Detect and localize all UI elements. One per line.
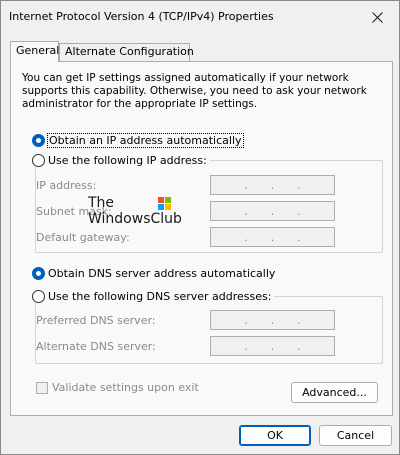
ip-auto-label: Obtain an IP address automatically bbox=[47, 133, 244, 148]
ip-address-field[interactable]: ... bbox=[210, 175, 335, 195]
ip-manual-option[interactable]: Use the following IP address: bbox=[32, 154, 210, 167]
preferred-dns-field[interactable]: ... bbox=[210, 310, 335, 330]
ip-address-label: IP address: bbox=[36, 179, 97, 192]
validate-settings-option[interactable]: Validate settings upon exit bbox=[36, 381, 199, 394]
alternate-dns-label: Alternate DNS server: bbox=[36, 340, 156, 353]
validate-settings-checkbox[interactable] bbox=[36, 381, 48, 394]
default-gateway-field[interactable]: ... bbox=[210, 227, 335, 247]
windows-logo-icon bbox=[158, 197, 171, 210]
dns-manual-radio[interactable] bbox=[32, 290, 45, 303]
dns-auto-label: Obtain DNS server address automatically bbox=[48, 267, 276, 280]
dns-auto-radio[interactable] bbox=[32, 267, 45, 280]
subnet-mask-field[interactable]: ... bbox=[210, 201, 335, 221]
close-button[interactable] bbox=[355, 1, 399, 33]
ip-manual-label: Use the following IP address: bbox=[48, 154, 207, 167]
ip-manual-radio[interactable] bbox=[32, 154, 45, 167]
close-icon bbox=[371, 11, 383, 23]
dialog-window: Internet Protocol Version 4 (TCP/IPv4) P… bbox=[0, 0, 400, 455]
title-bar: Internet Protocol Version 4 (TCP/IPv4) P… bbox=[1, 1, 399, 33]
description-text: You can get IP settings assigned automat… bbox=[22, 72, 367, 110]
window-title: Internet Protocol Version 4 (TCP/IPv4) P… bbox=[9, 10, 274, 23]
dns-manual-option[interactable]: Use the following DNS server addresses: bbox=[32, 290, 275, 303]
ip-auto-option[interactable]: Obtain an IP address automatically bbox=[32, 133, 244, 148]
ok-button[interactable]: OK bbox=[239, 425, 311, 446]
dns-manual-label: Use the following DNS server addresses: bbox=[48, 290, 272, 303]
preferred-dns-label: Preferred DNS server: bbox=[36, 314, 156, 327]
validate-settings-label: Validate settings upon exit bbox=[52, 381, 199, 394]
cancel-button[interactable]: Cancel bbox=[319, 425, 392, 446]
alternate-dns-field[interactable]: ... bbox=[210, 336, 335, 356]
general-panel: You can get IP settings assigned automat… bbox=[10, 61, 393, 416]
default-gateway-label: Default gateway: bbox=[36, 231, 130, 244]
dns-auto-option[interactable]: Obtain DNS server address automatically bbox=[32, 267, 275, 280]
ip-auto-radio[interactable] bbox=[32, 134, 45, 147]
tab-general[interactable]: General bbox=[10, 41, 59, 62]
watermark-line2: WindowsClub bbox=[88, 211, 182, 227]
advanced-button[interactable]: Advanced... bbox=[291, 382, 378, 403]
watermark-line1: The bbox=[88, 195, 115, 211]
watermark-logo: The WindowsClub bbox=[88, 195, 183, 229]
tab-alternate-configuration[interactable]: Alternate Configuration bbox=[59, 43, 194, 61]
